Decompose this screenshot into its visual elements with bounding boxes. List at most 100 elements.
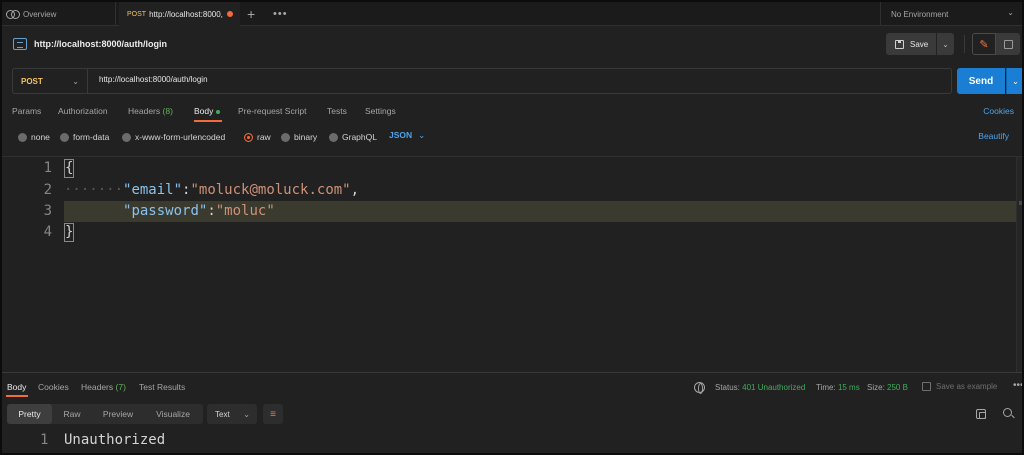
documentation-icon [1003, 39, 1013, 49]
tab-params[interactable]: Params [12, 106, 41, 116]
code-line-2: ·······"email":"moluck@moluck.com", [64, 182, 359, 198]
tab-overview-label: Overview [23, 9, 57, 19]
json-comma: , [350, 182, 360, 198]
tab-body[interactable]: Body [194, 106, 221, 116]
code-line-3: "password":"moluc" [64, 203, 275, 219]
time-readout[interactable]: Time: 15 ms [816, 383, 860, 392]
beautify-button[interactable]: Beautify [978, 131, 1009, 141]
wrap-lines-icon: ≡ [270, 408, 276, 420]
line-number: 2 [43, 182, 52, 198]
body-type-binary-label: binary [294, 132, 318, 142]
format-raw[interactable]: Raw [54, 404, 90, 424]
environment-selector[interactable]: No Environment ⌄ [880, 2, 1022, 26]
response-type-select[interactable]: Text ⌄ [207, 404, 257, 424]
format-preview[interactable]: Preview [94, 404, 142, 424]
format-pretty[interactable]: Pretty [7, 404, 52, 424]
save-button[interactable]: Save [886, 33, 936, 55]
url-input[interactable]: http://localhost:8000/auth/login [99, 75, 208, 84]
headers-count: (8) [162, 106, 173, 116]
send-options-button[interactable]: ⌄ [1006, 68, 1022, 94]
response-tab-headers[interactable]: Headers (7) [81, 382, 126, 392]
tab-prerequest-script[interactable]: Pre-request Script [238, 106, 307, 116]
active-tab-indicator [194, 120, 222, 122]
tab-more-button[interactable]: ••• [273, 2, 288, 26]
radio-icon [122, 132, 131, 142]
line-number: 4 [43, 224, 52, 240]
radio-icon [18, 132, 27, 142]
format-visualize[interactable]: Visualize [147, 404, 199, 424]
copy-icon[interactable] [976, 409, 986, 419]
response-panel: Body Cookies Headers (7) Test Results St… [2, 372, 1022, 453]
save-label: Save [910, 39, 929, 49]
tab-overview[interactable]: Overview [6, 2, 116, 26]
body-type-raw[interactable]: raw [244, 131, 271, 143]
size-label: Size: [867, 383, 885, 392]
radio-icon [60, 132, 69, 142]
response-tab-test-results[interactable]: Test Results [139, 382, 185, 392]
body-type-form-data[interactable]: form-data [60, 131, 109, 143]
search-icon[interactable] [1003, 408, 1012, 417]
save-options-button[interactable]: ⌄ [937, 33, 954, 55]
body-type-urlencoded-label: x-www-form-urlencoded [135, 132, 226, 142]
response-type-label: Text [215, 409, 230, 419]
body-type-form-data-label: form-data [73, 132, 110, 142]
body-type-graphql-label: GraphQL [342, 132, 377, 142]
response-format-group: Pretty Raw Preview Visualize [7, 404, 203, 424]
json-value-email: "moluck@moluck.com" [190, 182, 351, 198]
edit-button[interactable]: ✎ [972, 33, 996, 55]
time-value: 15 ms [837, 383, 860, 392]
chevron-down-icon: ⌄ [243, 409, 250, 419]
request-title[interactable]: http://localhost:8000/auth/login [34, 39, 167, 49]
unsaved-dot-icon [226, 11, 233, 17]
response-more-button[interactable]: ••• [1013, 380, 1022, 391]
tab-authorization[interactable]: Authorization [58, 106, 108, 116]
body-format-select[interactable]: JSON ⌄ [389, 130, 425, 141]
globe-icon[interactable] [694, 382, 705, 394]
tab-settings[interactable]: Settings [365, 106, 396, 116]
workspace-icon [6, 10, 20, 19]
tab-post-login[interactable]: POST http://localhost:8000, [119, 2, 240, 26]
body-type-graphql[interactable]: GraphQL [329, 131, 377, 143]
code-line-1: { [64, 159, 75, 178]
save-as-example-button[interactable]: Save as example [922, 382, 997, 391]
documentation-button[interactable] [996, 33, 1020, 55]
json-key-password: "password" [123, 203, 208, 219]
json-key-email: "email" [123, 182, 183, 198]
chevron-down-icon: ⌄ [72, 76, 79, 86]
wrap-lines-button[interactable]: ≡ [263, 404, 283, 424]
status-readout[interactable]: Status: 401 Unauthorized [715, 383, 805, 392]
editor-scrollbar[interactable] [1016, 157, 1022, 373]
json-colon: : [207, 203, 216, 219]
body-type-none[interactable]: none [18, 131, 50, 143]
tab-post-label: http://localhost:8000, [149, 9, 223, 19]
tab-bar: Overview POST http://localhost:8000, + •… [2, 2, 1022, 26]
divider [964, 35, 965, 53]
time-label: Time: [816, 383, 836, 392]
request-body-editor[interactable]: 1 2 3 4 { ·······"email":"moluck@moluck.… [2, 156, 1022, 373]
response-tab-cookies[interactable]: Cookies [38, 382, 69, 392]
send-button[interactable]: Send [957, 68, 1005, 94]
pencil-icon: ✎ [979, 38, 989, 51]
tab-headers[interactable]: Headers (8) [128, 106, 173, 116]
body-type-none-label: none [31, 132, 50, 142]
scrollbar-thumb[interactable] [1019, 201, 1022, 205]
body-type-binary[interactable]: binary [281, 131, 317, 143]
close-brace: } [64, 223, 75, 242]
cookies-link[interactable]: Cookies [983, 106, 1014, 116]
response-tab-body[interactable]: Body [7, 382, 26, 392]
chevron-down-icon: ⌄ [1007, 8, 1014, 17]
new-tab-button[interactable]: + [247, 2, 255, 26]
size-value: 250 B [887, 383, 908, 392]
body-type-urlencoded[interactable]: x-www-form-urlencoded [122, 131, 225, 143]
tab-method: POST [127, 10, 147, 18]
method-select[interactable]: POST ⌄ [13, 69, 88, 93]
chevron-down-icon: ⌄ [418, 130, 426, 140]
size-readout[interactable]: Size: 250 B [867, 383, 908, 392]
status-value: 401 Unauthorized [742, 383, 806, 392]
tab-body-label: Body [194, 106, 214, 116]
method-label: POST [21, 76, 43, 86]
save-icon [922, 382, 931, 391]
tab-tests[interactable]: Tests [327, 106, 347, 116]
response-headers-count: (7) [115, 382, 126, 392]
open-brace: { [64, 159, 75, 178]
